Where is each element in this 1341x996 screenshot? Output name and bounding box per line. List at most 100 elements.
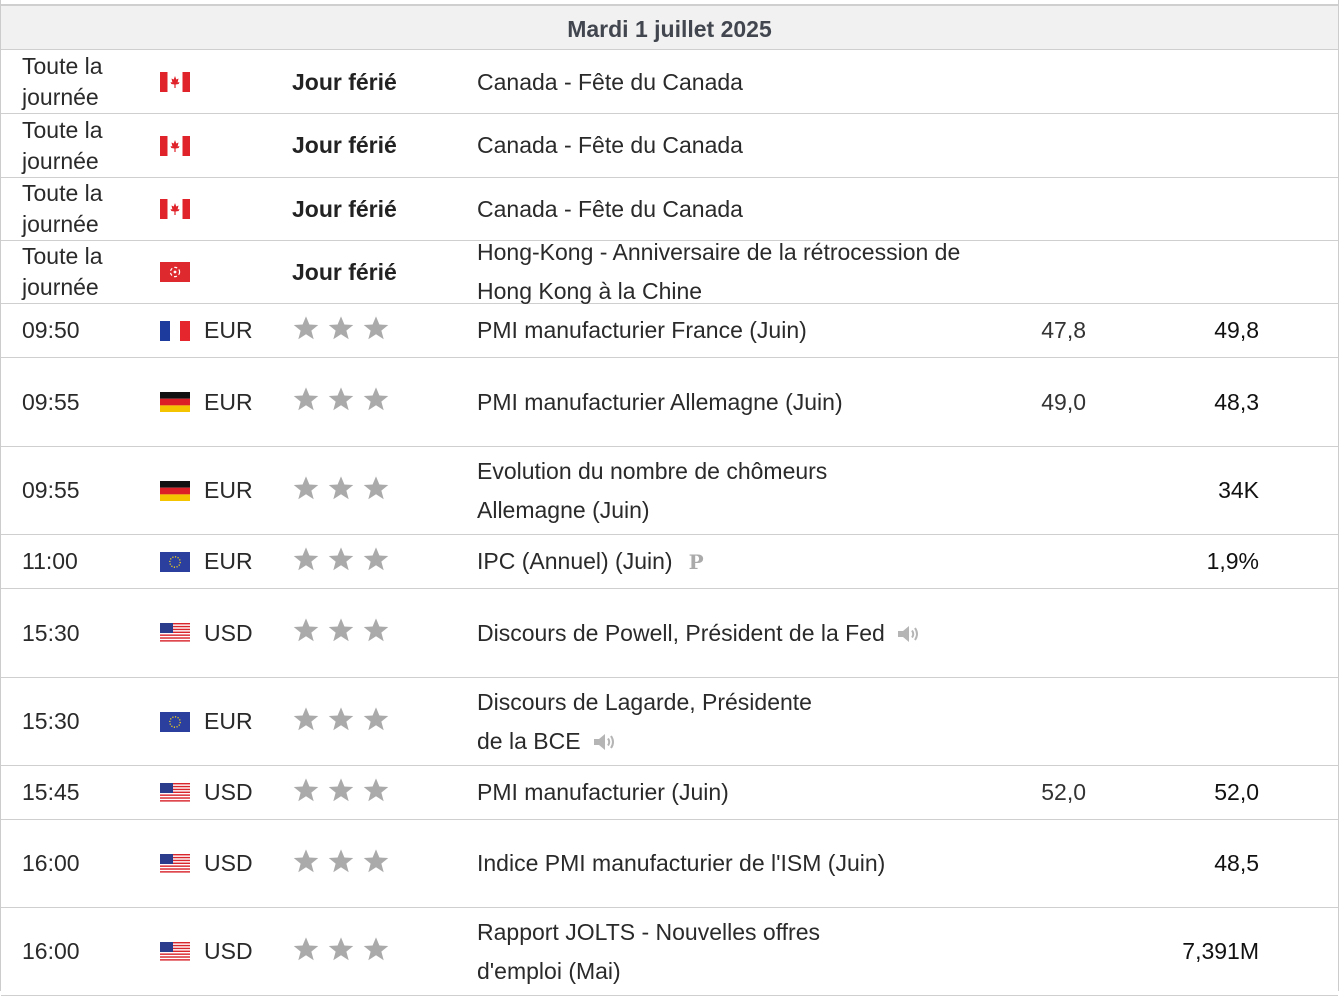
event-time: Toute la journée — [22, 243, 103, 300]
event-name-text[interactable]: PMI manufacturier (Juin) — [477, 779, 729, 805]
event-name-text[interactable]: Discours de Lagarde, Présidente de la BC… — [477, 689, 812, 754]
star-icon — [327, 848, 355, 880]
event-currency: USD — [204, 619, 253, 646]
event-name[interactable]: Canada - Fête du Canada — [477, 178, 1017, 240]
star-icon — [292, 706, 320, 738]
event-currency: EUR — [204, 708, 253, 734]
france-flag-icon — [160, 304, 192, 357]
event-name[interactable]: PMI manufacturier (Juin) — [477, 766, 1017, 819]
event-name[interactable]: Canada - Fête du Canada — [477, 51, 1017, 113]
event-actual — [1011, 820, 1086, 907]
event-name-text[interactable]: Canada - Fête du Canada — [477, 196, 743, 222]
event-name[interactable]: Discours de Lagarde, Présidente de la BC… — [477, 678, 837, 765]
event-row[interactable]: 16:00 USD Indice PMI manufacturier de l'IS… — [1, 820, 1338, 908]
event-name[interactable]: PMI manufacturier France (Juin) — [477, 304, 1017, 357]
importance-stars — [292, 358, 412, 446]
event-row[interactable]: 15:30 USD Discours de Powell, Président de… — [1, 589, 1338, 678]
event-row[interactable]: Toute la journée Jour férié Canada - Fête … — [1, 114, 1338, 178]
importance-stars — [292, 766, 412, 819]
event-name-text[interactable]: PMI manufacturier France (Juin) — [477, 317, 807, 343]
event-name[interactable]: Discours de Powell, Président de la Fed — [477, 589, 1017, 677]
event-time: Toute la journée — [22, 116, 103, 174]
event-name[interactable]: Indice PMI manufacturier de l'ISM (Juin) — [477, 820, 1017, 907]
star-icon — [292, 315, 320, 347]
star-icon — [327, 475, 355, 507]
economic-calendar: Mardi 1 juillet 2025 Toute la journée Jou… — [0, 0, 1339, 996]
holiday-label: Jour férié — [292, 68, 397, 95]
event-previous: 7,391M — [1182, 938, 1259, 964]
event-actual — [1011, 241, 1086, 303]
event-previous: 34K — [1218, 477, 1259, 503]
event-actual — [1011, 589, 1086, 677]
importance-stars — [292, 304, 412, 357]
event-name[interactable]: Evolution du nombre de chômeurs Allemagn… — [477, 447, 837, 534]
event-time: 15:45 — [22, 779, 80, 805]
event-name[interactable]: Hong-Kong - Anniversaire de la rétrocess… — [477, 239, 1017, 304]
event-name-text[interactable]: Canada - Fête du Canada — [477, 132, 743, 158]
usa-flag-icon — [160, 820, 192, 907]
hong-kong-flag-icon — [160, 241, 192, 303]
event-name-text[interactable]: Rapport JOLTS - Nouvelles offres d'emplo… — [477, 919, 820, 984]
event-currency: USD — [204, 779, 253, 805]
event-row[interactable]: 11:00 EUR IPC (Annuel) (Juin) P 1,9% — [1, 535, 1338, 589]
event-time: 15:30 — [22, 619, 80, 646]
event-name[interactable]: IPC (Annuel) (Juin) P — [477, 535, 1017, 588]
event-time: 09:50 — [22, 317, 80, 343]
event-name-text[interactable]: Hong-Kong - Anniversaire de la rétrocess… — [477, 239, 960, 304]
star-icon — [362, 315, 390, 347]
event-previous: 52,0 — [1214, 779, 1259, 805]
event-row[interactable]: 16:00 USD Rapport JOLTS - Nouvelles offres… — [1, 908, 1338, 996]
event-actual: 47,8 — [1041, 317, 1086, 343]
holiday-label: Jour férié — [292, 132, 397, 158]
event-currency — [204, 241, 284, 303]
event-actual: 49,0 — [1041, 388, 1086, 415]
importance-stars — [292, 678, 412, 765]
speaker-icon — [897, 626, 918, 643]
event-row[interactable]: 09:50 EUR PMI manufacturier France (Juin) 4… — [1, 304, 1338, 358]
event-row[interactable]: Toute la journée Jour férié Canada - Fête … — [1, 51, 1338, 114]
event-previous — [1131, 51, 1259, 113]
event-previous — [1131, 678, 1259, 765]
star-icon — [362, 546, 390, 578]
event-currency: EUR — [204, 388, 253, 415]
holiday-label: Jour férié — [292, 258, 397, 285]
star-icon — [362, 386, 390, 418]
event-time: 16:00 — [22, 938, 80, 964]
event-row[interactable]: 15:45 USD PMI manufacturier (Juin) 52,0 52,0 — [1, 766, 1338, 820]
event-row[interactable]: 09:55 EUR Evolution du nombre de chômeurs … — [1, 447, 1338, 535]
event-name-text[interactable]: Evolution du nombre de chômeurs Allemagn… — [477, 458, 827, 523]
event-actual — [1011, 178, 1086, 240]
event-previous: 48,5 — [1214, 850, 1259, 876]
star-icon — [362, 475, 390, 507]
star-icon — [292, 546, 320, 578]
canada-flag-icon — [160, 51, 192, 113]
event-name-text[interactable]: PMI manufacturier Allemagne (Juin) — [477, 389, 843, 415]
event-row[interactable]: Toute la journée Jour férié Hong-Kong - An… — [1, 239, 1338, 304]
event-name-text[interactable]: Canada - Fête du Canada — [477, 69, 743, 95]
star-icon — [292, 475, 320, 507]
event-currency: EUR — [204, 477, 253, 503]
event-row[interactable]: 15:30 EUR Discours de Lagarde, Présidente … — [1, 678, 1338, 766]
event-currency: USD — [204, 850, 253, 876]
event-row[interactable]: 09:55 EUR PMI manufacturier Allemagne (Jui… — [1, 358, 1338, 447]
star-icon — [362, 936, 390, 968]
star-icon — [327, 936, 355, 968]
event-name[interactable]: PMI manufacturier Allemagne (Juin) — [477, 358, 1017, 446]
preliminary-icon: P — [688, 549, 704, 574]
event-row[interactable]: Toute la journée Jour férié Canada - Fête … — [1, 178, 1338, 241]
event-name-text[interactable]: Discours de Powell, Président de la Fed — [477, 620, 885, 646]
event-actual: 52,0 — [1041, 779, 1086, 805]
event-name[interactable]: Rapport JOLTS - Nouvelles offres d'emplo… — [477, 908, 837, 995]
event-actual — [1011, 114, 1086, 177]
event-previous — [1131, 178, 1259, 240]
event-currency: USD — [204, 938, 253, 964]
event-name-text[interactable]: IPC (Annuel) (Juin) — [477, 548, 673, 574]
event-name[interactable]: Canada - Fête du Canada — [477, 114, 1017, 177]
event-name-text[interactable]: Indice PMI manufacturier de l'ISM (Juin) — [477, 850, 885, 876]
event-actual — [1011, 678, 1086, 765]
importance-stars — [292, 589, 412, 677]
event-actual — [1011, 908, 1086, 995]
star-icon — [327, 777, 355, 809]
event-actual — [1011, 51, 1086, 113]
usa-flag-icon — [160, 908, 192, 995]
